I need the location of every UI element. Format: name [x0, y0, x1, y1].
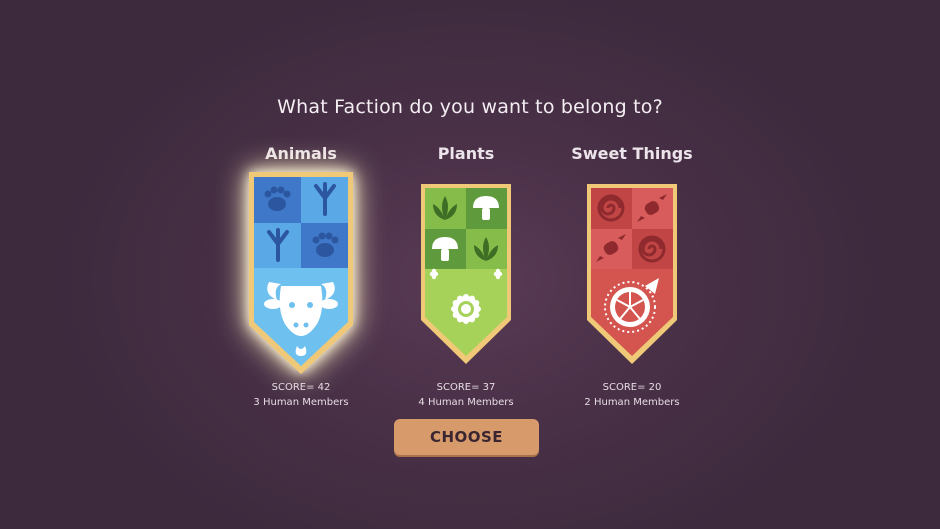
faction-stats: SCORE= 42 3 Human Members	[211, 380, 391, 410]
faction-plants[interactable]: Plants SCORE= 37 4 Human Members	[376, 140, 556, 408]
faction-score: SCORE= 20	[602, 382, 662, 393]
animals-banner[interactable]	[247, 170, 355, 376]
faction-members: 4 Human Members	[418, 397, 514, 408]
faction-score: SCORE= 42	[271, 382, 331, 393]
faction-members: 2 Human Members	[584, 397, 680, 408]
faction-name: Plants	[437, 144, 495, 163]
plants-banner[interactable]	[419, 182, 513, 366]
faction-name: Sweet Things	[571, 144, 693, 163]
faction-prompt: What Faction do you want to belong to?	[277, 96, 663, 118]
faction-stats: SCORE= 20 2 Human Members	[542, 380, 722, 410]
sweet-things-banner[interactable]	[585, 182, 679, 366]
faction-animals[interactable]: Animals SCORE= 42 3 Human Members	[211, 140, 391, 408]
choose-button[interactable]: CHOOSE	[394, 419, 539, 455]
faction-members: 3 Human Members	[253, 397, 349, 408]
faction-score: SCORE= 37	[436, 382, 496, 393]
faction-sweet-things[interactable]: Sweet Things SCORE= 20 2 Human Members	[542, 140, 722, 408]
faction-name: Animals	[265, 144, 337, 163]
faction-stats: SCORE= 37 4 Human Members	[376, 380, 556, 410]
